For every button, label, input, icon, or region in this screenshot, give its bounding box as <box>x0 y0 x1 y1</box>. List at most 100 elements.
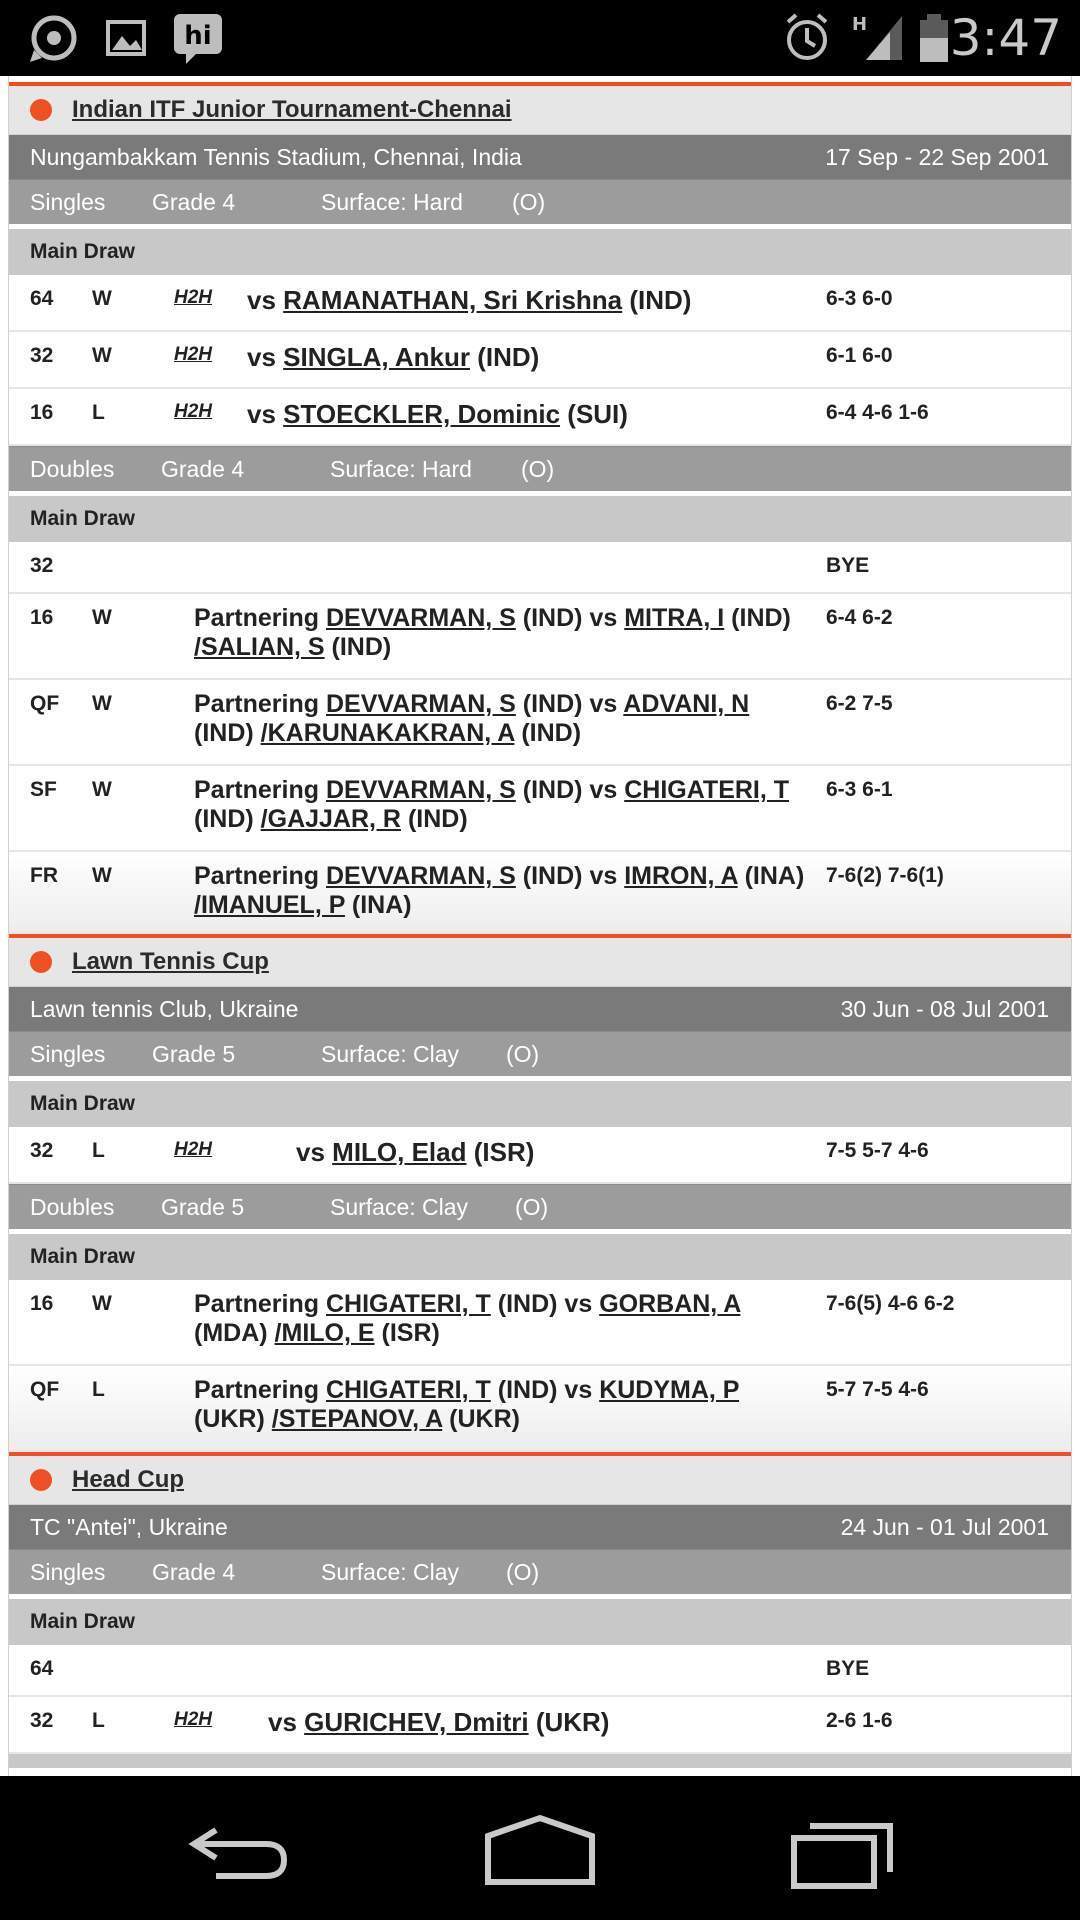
partner-link[interactable]: DEVVARMAN, S <box>326 862 516 890</box>
score: 6-3 6-1 <box>826 778 893 801</box>
opponent-link[interactable]: CHIGATERI, T <box>624 776 789 804</box>
nation: (ISR) <box>473 1137 535 1167</box>
clock-time: 3:47 <box>949 9 1062 67</box>
navigation-bar <box>0 1776 1080 1920</box>
round: 32 <box>30 1709 54 1732</box>
partnering-text: Partnering CHIGATERI, T (IND) vs GORBAN,… <box>194 1290 741 1347</box>
tournament-name-link[interactable]: Indian ITF Junior Tournament-Chennai <box>72 96 512 124</box>
bullet-icon <box>30 1469 52 1491</box>
score: 2-6 1-6 <box>826 1709 893 1732</box>
opponent-link[interactable]: /MILO, E <box>275 1319 375 1347</box>
dates: 17 Sep - 22 Sep 2001 <box>825 143 1049 170</box>
event-grade: Grade 5 <box>152 1040 236 1067</box>
h2h-link[interactable]: H2H <box>174 1139 212 1161</box>
partnering-text: Partnering DEVVARMAN, S (IND) vs MITRA, … <box>194 604 791 661</box>
h2h-link[interactable]: H2H <box>174 401 212 423</box>
sync-icon <box>26 10 82 66</box>
alarm-icon <box>782 10 832 66</box>
match-row: QF W Partnering DEVVARMAN, S (IND) vs AD… <box>9 680 1071 766</box>
opponent-link[interactable]: ADVANI, N <box>623 690 749 718</box>
tournament-header: Head Cup <box>9 1456 1071 1505</box>
draw-header: Main Draw <box>9 491 1071 542</box>
dates: 30 Jun - 08 Jul 2001 <box>840 995 1049 1022</box>
round: 64 <box>30 287 54 310</box>
score: 6-1 6-0 <box>826 344 893 367</box>
back-icon[interactable] <box>186 1812 290 1892</box>
match-row: SF W Partnering DEVVARMAN, S (IND) vs CH… <box>9 766 1071 852</box>
result: W <box>92 864 112 887</box>
partnering-text: Partnering CHIGATERI, T (IND) vs KUDYMA,… <box>194 1376 740 1433</box>
partnering-text: Partnering DEVVARMAN, S (IND) vs ADVANI,… <box>194 690 750 747</box>
match-row: 16 W Partnering CHIGATERI, T (IND) vs GO… <box>9 1280 1071 1366</box>
match-row: 64 W H2H vs RAMANATHAN, Sri Krishna (IND… <box>9 275 1071 332</box>
round: 16 <box>30 401 54 424</box>
home-icon[interactable] <box>484 1812 596 1892</box>
partner-link[interactable]: CHIGATERI, T <box>326 1376 491 1404</box>
opponent-link[interactable]: /SALIAN, S <box>194 633 325 661</box>
event-bar: Singles Grade 4 Surface: Clay (O) <box>9 1549 1071 1594</box>
opponent-link[interactable]: GORBAN, A <box>599 1290 740 1318</box>
opponent-link[interactable]: RAMANATHAN, Sri Krishna <box>283 285 622 315</box>
match-row: 16 W Partnering DEVVARMAN, S (IND) vs MI… <box>9 594 1071 680</box>
score: 7-6(5) 4-6 6-2 <box>826 1292 955 1315</box>
partner-link[interactable]: DEVVARMAN, S <box>326 604 516 632</box>
partnering-text: Partnering DEVVARMAN, S (IND) vs CHIGATE… <box>194 776 790 833</box>
opponent-link[interactable]: MITRA, I <box>624 604 724 632</box>
hike-app-icon: hi <box>172 10 224 66</box>
bullet-icon <box>30 951 52 973</box>
tournament-list[interactable]: Indian ITF Junior Tournament-Chennai Nun… <box>8 76 1072 1776</box>
partner-link[interactable]: CHIGATERI, T <box>326 1290 491 1318</box>
nation: (IND) <box>629 285 692 315</box>
match-row: 32 W H2H vs SINGLA, Ankur (IND) 6-1 6-0 <box>9 332 1071 389</box>
event-io: (O) <box>512 188 546 215</box>
result: W <box>92 606 112 629</box>
result: W <box>92 778 112 801</box>
event-io: (O) <box>506 1558 540 1585</box>
h2h-link[interactable]: H2H <box>174 287 212 309</box>
event-type: Doubles <box>30 1193 115 1220</box>
opponent-link[interactable]: SINGLA, Ankur <box>283 342 470 372</box>
venue: Nungambakkam Tennis Stadium, Chennai, In… <box>30 143 522 170</box>
section-divider <box>9 1754 1071 1768</box>
result: L <box>92 401 105 424</box>
event-type: Doubles <box>30 455 115 482</box>
h2h-link[interactable]: H2H <box>174 1709 212 1731</box>
venue: TC "Antei", Ukraine <box>30 1513 228 1540</box>
result: W <box>92 287 112 310</box>
opponent-link[interactable]: /STEPANOV, A <box>272 1405 442 1433</box>
bullet-icon <box>30 99 52 121</box>
opponent-link[interactable]: IMRON, A <box>624 862 737 890</box>
status-bar: hi H 3:47 <box>0 0 1080 76</box>
tournament-name-link[interactable]: Lawn Tennis Cup <box>72 948 269 976</box>
result: W <box>92 1292 112 1315</box>
vs-label: vs <box>296 1137 325 1167</box>
opponent-link[interactable]: /KARUNAKAKRAN, A <box>261 719 515 747</box>
event-bar: Singles Grade 4 Surface: Hard (O) <box>9 179 1071 224</box>
opponent-link[interactable]: MILO, Elad <box>332 1137 466 1167</box>
nation: (IND) <box>477 342 540 372</box>
round: 32 <box>30 344 54 367</box>
result: L <box>92 1139 105 1162</box>
opponent: vs SINGLA, Ankur (IND) <box>247 342 539 373</box>
partner-link[interactable]: DEVVARMAN, S <box>326 776 516 804</box>
h2h-link[interactable]: H2H <box>174 344 212 366</box>
recent-apps-icon[interactable] <box>790 1812 896 1892</box>
vs-label: vs <box>247 285 276 315</box>
partner-link[interactable]: DEVVARMAN, S <box>326 690 516 718</box>
opponent: vs STOECKLER, Dominic (SUI) <box>247 399 628 430</box>
tournament-name-link[interactable]: Head Cup <box>72 1466 184 1494</box>
opponent-link[interactable]: STOECKLER, Dominic <box>283 399 560 429</box>
round: 32 <box>30 1139 54 1162</box>
opponent-link[interactable]: GURICHEV, Dmitri <box>304 1707 528 1737</box>
nation: (UKR) <box>535 1707 610 1737</box>
round: 64 <box>30 1657 54 1680</box>
score: 7-6(2) 7-6(1) <box>826 864 944 887</box>
tournament-block: Indian ITF Junior Tournament-Chennai Nun… <box>9 82 1071 934</box>
opponent-link[interactable]: /IMANUEL, P <box>194 891 345 919</box>
opponent-link[interactable]: KUDYMA, P <box>599 1376 739 1404</box>
opponent: vs MILO, Elad (ISR) <box>296 1137 534 1168</box>
match-row: QF L Partnering CHIGATERI, T (IND) vs KU… <box>9 1366 1071 1452</box>
opponent-link[interactable]: /GAJJAR, R <box>261 805 401 833</box>
partnering-text: Partnering DEVVARMAN, S (IND) vs IMRON, … <box>194 862 805 919</box>
result: W <box>92 692 112 715</box>
